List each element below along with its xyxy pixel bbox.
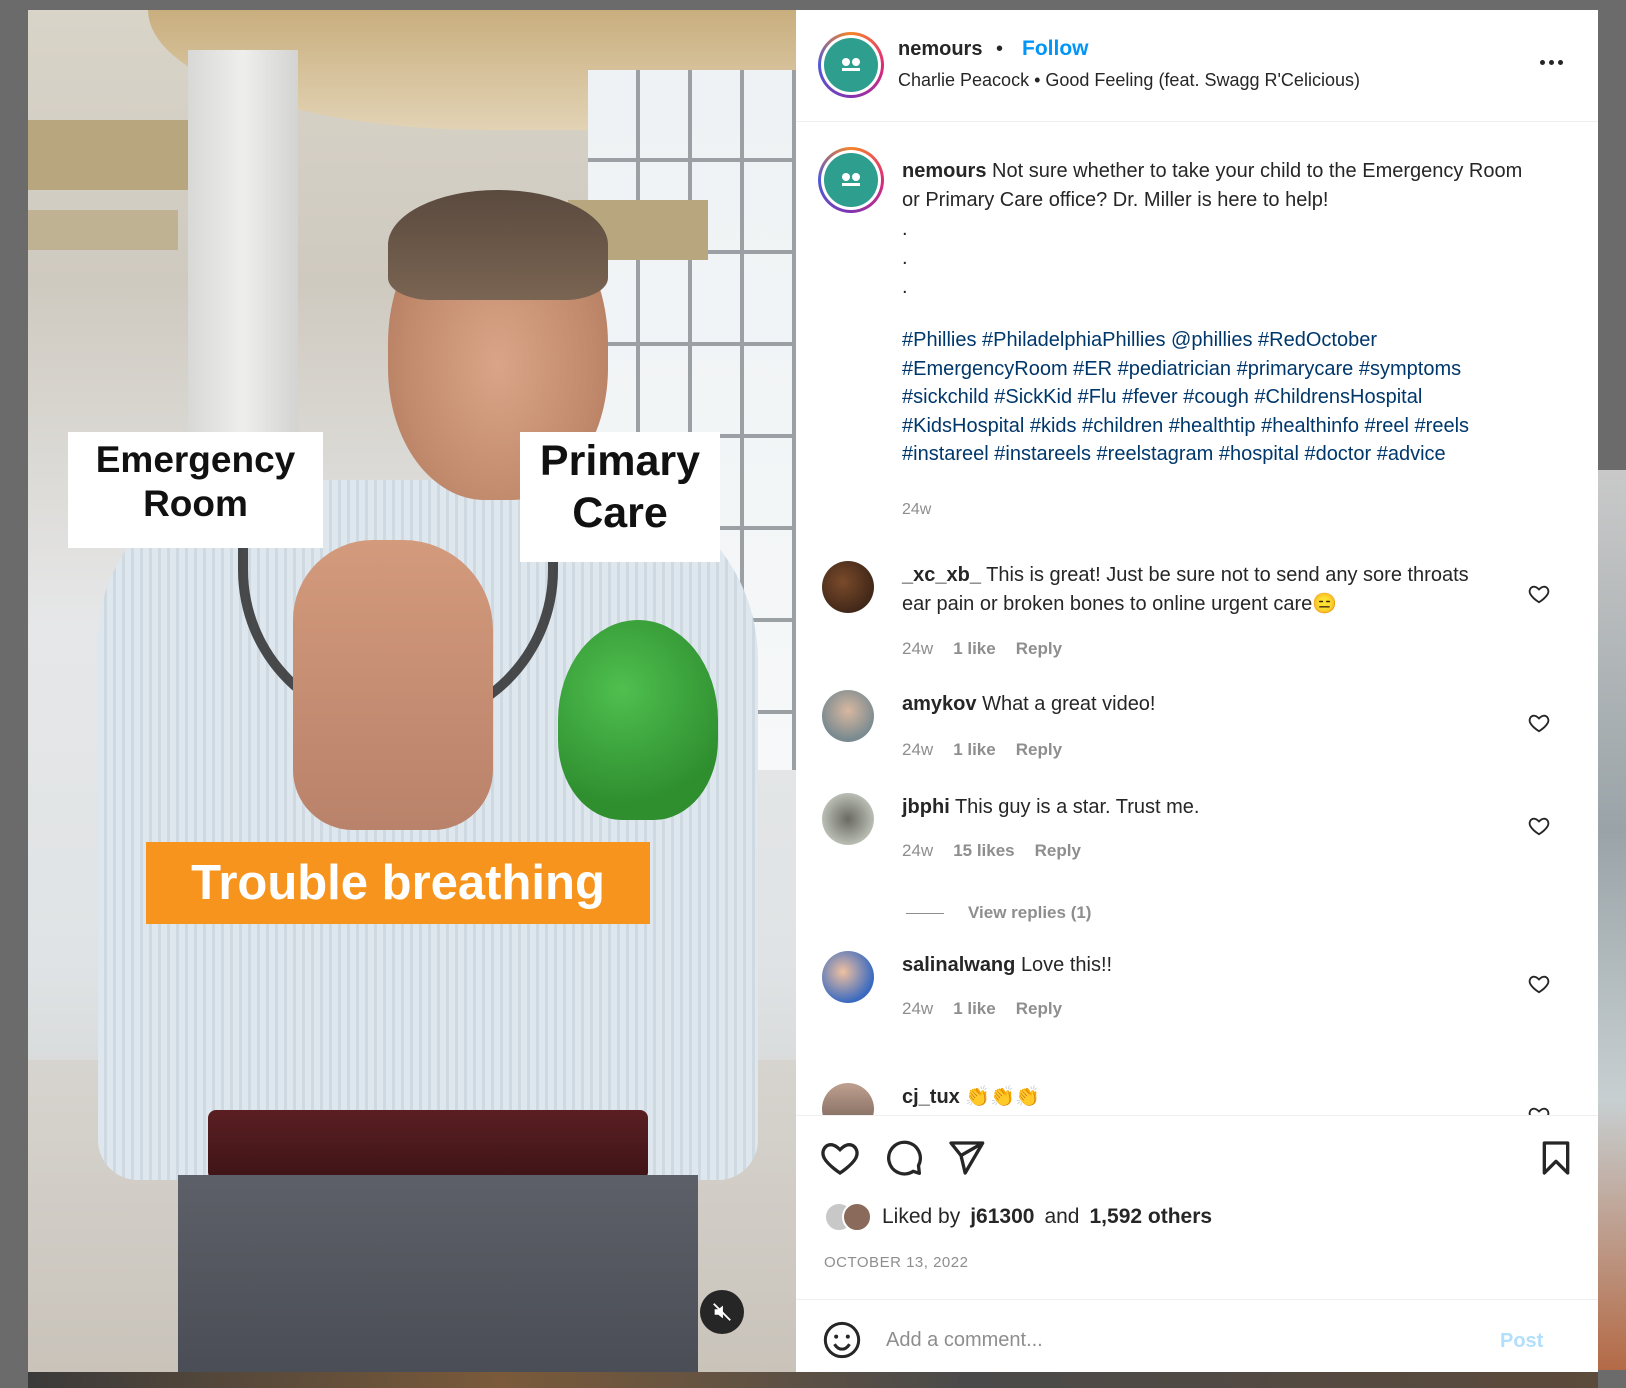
comment-time[interactable]: 24w (902, 999, 933, 1019)
comment-text: jbphi This guy is a star. Trust me. (902, 793, 1502, 822)
caption-dots: . . . (902, 218, 908, 298)
comment-reply-button[interactable]: Reply (1016, 639, 1062, 659)
comment-meta: 24w 1 like Reply (902, 999, 1062, 1019)
liked-avatars (824, 1202, 872, 1232)
comment-username[interactable]: jbphi (902, 796, 950, 818)
comment-body: Love this!! (1020, 954, 1113, 976)
caption-username[interactable]: nemours (902, 160, 986, 182)
video-person-belt (208, 1110, 648, 1180)
view-replies-label: View replies (1) (968, 903, 1092, 922)
liked-by-row[interactable]: Liked by j61300 and 1,592 others (824, 1202, 1212, 1232)
add-comment-bar: Post (796, 1299, 1598, 1379)
comment-username[interactable]: salinalwang (902, 954, 1015, 976)
comment-time[interactable]: 24w (902, 740, 933, 760)
comment-like-heart-icon[interactable] (1528, 815, 1550, 837)
mute-toggle-button[interactable] (700, 1290, 744, 1334)
comment-text: salinalwang Love this!! (902, 951, 1502, 980)
comment-body: This guy is a star. Trust me. (954, 796, 1200, 818)
comment-reply-button[interactable]: Reply (1035, 841, 1081, 861)
comment-meta: 24w 15 likes Reply (902, 841, 1081, 861)
liked-by-count[interactable]: 1,592 others (1090, 1205, 1213, 1229)
liked-by-prefix: Liked by (882, 1205, 961, 1228)
comment-text: _xc_xb_ This is great! Just be sure not … (902, 561, 1502, 619)
comment-likes[interactable]: 15 likes (953, 841, 1014, 861)
nemours-logo-icon (824, 153, 878, 207)
post-side-panel: nemours • Follow Charlie Peacock • Good … (796, 10, 1598, 1372)
add-comment-input[interactable] (886, 1322, 1446, 1358)
send-icon[interactable] (946, 1138, 986, 1178)
overlay-label-trouble-breathing: Trouble breathing (146, 842, 650, 924)
post-comment-button[interactable]: Post (1500, 1330, 1543, 1353)
comment-time[interactable]: 24w (902, 639, 933, 659)
video-person-hair (388, 190, 608, 300)
heart-icon[interactable] (820, 1138, 860, 1178)
backdrop-next-post (1598, 470, 1626, 1370)
comments-scroll-area[interactable]: nemours Not sure whether to take your ch… (796, 123, 1598, 1115)
replies-divider-line (906, 912, 944, 914)
video-person-hand (293, 540, 493, 830)
comment-body: This is great! Just be sure not to send … (902, 564, 1469, 615)
video-mascot-plush (558, 620, 718, 820)
video-person-pants (178, 1175, 698, 1372)
audio-track-link[interactable]: Charlie Peacock • Good Feeling (feat. Sw… (898, 70, 1360, 91)
liked-by-and: and (1044, 1205, 1080, 1228)
caption-body: Not sure whether to take your child to t… (902, 160, 1523, 211)
comment-likes[interactable]: 1 like (953, 740, 996, 760)
view-replies-button[interactable]: View replies (1) (906, 903, 1091, 923)
overlay-label-primary-care: Primary Care (520, 432, 720, 562)
comment-body: 👏👏👏 (965, 1086, 1041, 1108)
video-scene-balcony (28, 210, 178, 250)
comment-bubble-icon[interactable] (884, 1138, 924, 1178)
comment-reply-button[interactable]: Reply (1016, 740, 1062, 760)
comment-like-heart-icon[interactable] (1528, 712, 1550, 734)
comment-avatar[interactable] (822, 951, 874, 1003)
liked-avatar (842, 1202, 872, 1232)
caption-timestamp[interactable]: 24w (902, 501, 931, 519)
comment-avatar[interactable] (822, 561, 874, 613)
comment-likes[interactable]: 1 like (953, 639, 996, 659)
comment-like-heart-icon[interactable] (1528, 1105, 1550, 1115)
comment-likes[interactable]: 1 like (953, 999, 996, 1019)
comment-avatar[interactable] (822, 1083, 874, 1115)
comment-time[interactable]: 24w (902, 841, 933, 861)
comment-username[interactable]: _xc_xb_ (902, 564, 981, 586)
liked-by-user[interactable]: j61300 (970, 1205, 1034, 1229)
post-header: nemours • Follow Charlie Peacock • Good … (796, 10, 1598, 122)
comment-username[interactable]: amykov (902, 693, 977, 715)
comment-body: What a great video! (982, 693, 1156, 715)
bookmark-icon[interactable] (1536, 1138, 1576, 1178)
post-actions: Liked by j61300 and 1,592 others OCTOBER… (796, 1115, 1598, 1365)
caption-text: nemours Not sure whether to take your ch… (902, 157, 1542, 302)
caption-avatar[interactable] (818, 147, 884, 213)
more-options-icon[interactable] (1536, 52, 1566, 72)
post-media-video[interactable] (28, 10, 796, 1372)
smiley-icon[interactable] (822, 1320, 862, 1360)
comment-meta: 24w 1 like Reply (902, 639, 1062, 659)
comment-avatar[interactable] (822, 690, 874, 742)
overlay-label-emergency-room: Emergency Room (68, 432, 323, 548)
header-separator: • (996, 38, 1004, 60)
header-username[interactable]: nemours (898, 38, 982, 61)
caption-hashtags[interactable]: #Phillies #PhiladelphiaPhillies @phillie… (902, 326, 1542, 469)
post-date[interactable]: OCTOBER 13, 2022 (824, 1254, 968, 1271)
comment-like-heart-icon[interactable] (1528, 583, 1550, 605)
comment-meta: 24w 1 like Reply (902, 740, 1062, 760)
comment-like-heart-icon[interactable] (1528, 973, 1550, 995)
nemours-logo-icon (824, 38, 878, 92)
comment-reply-button[interactable]: Reply (1016, 999, 1062, 1019)
speaker-muted-icon (713, 1303, 731, 1321)
video-scene-balcony (28, 120, 198, 190)
comment-avatar[interactable] (822, 793, 874, 845)
comment-text: amykov What a great video! (902, 690, 1502, 719)
header-avatar[interactable] (818, 32, 884, 98)
comment-username[interactable]: cj_tux (902, 1086, 960, 1108)
comment-text: cj_tux 👏👏👏 (902, 1083, 1502, 1112)
follow-button[interactable]: Follow (1022, 37, 1089, 61)
